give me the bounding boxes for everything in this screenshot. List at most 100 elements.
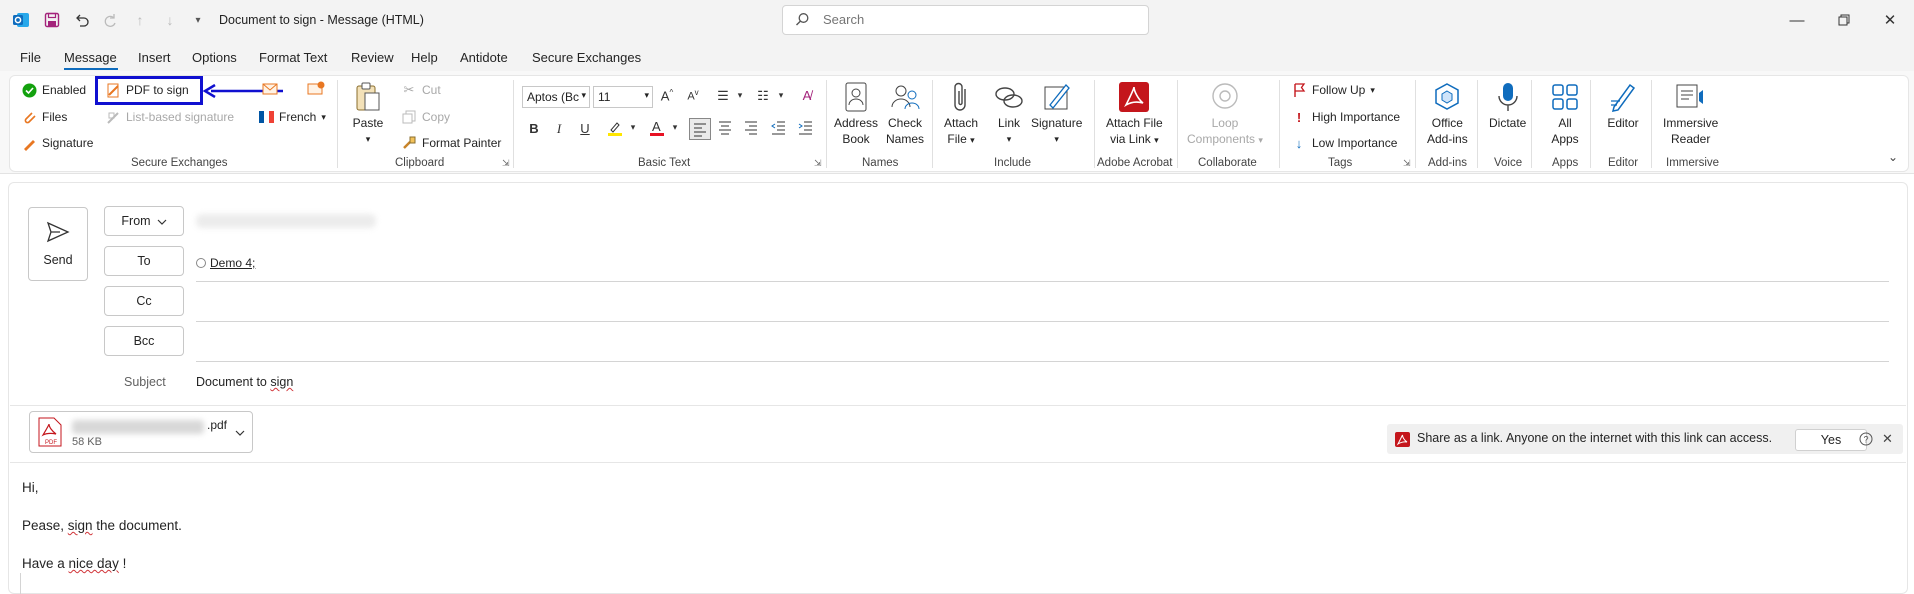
follow-up-button[interactable]: Follow Up ▾	[1291, 82, 1375, 98]
format-painter-button[interactable]: Format Painter	[401, 135, 501, 151]
help-icon[interactable]: ?	[1859, 432, 1873, 449]
address-book-button[interactable]: Address Book	[834, 80, 878, 147]
check-names-button[interactable]: Check Names	[886, 80, 924, 147]
link-button[interactable]: Link ▾	[993, 80, 1025, 147]
attach-via-link-button[interactable]: Attach File via Link ▾	[1106, 80, 1163, 148]
signature-icon	[1041, 80, 1073, 114]
tab-secure-exchanges[interactable]: Secure Exchanges	[532, 50, 641, 65]
highlight-icon[interactable]	[605, 120, 625, 139]
font-color-icon[interactable]: A	[647, 119, 667, 140]
font-name-dropdown[interactable]: Aptos (Bc ▾	[522, 86, 590, 108]
recipient-chip[interactable]: Demo 4;	[196, 256, 255, 270]
copy-button[interactable]: Copy	[401, 109, 450, 125]
arrow-down-icon[interactable]: ↓	[160, 10, 180, 30]
bold-icon[interactable]: B	[524, 121, 544, 136]
chevron-down-icon[interactable]: ▾	[665, 122, 685, 133]
attachment-card[interactable]: PDF .pdf 58 KB	[29, 411, 253, 453]
font-size-dropdown[interactable]: 11 ▾	[593, 86, 653, 108]
align-right-icon[interactable]	[741, 119, 761, 138]
loop-components-button[interactable]: Loop Components ▾	[1187, 80, 1263, 148]
chevron-down-icon[interactable]: ▾	[730, 90, 750, 101]
restore-icon[interactable]	[1824, 8, 1864, 32]
outlook-logo-icon	[11, 10, 31, 30]
language-dropdown[interactable]: French ▾	[258, 109, 326, 125]
dialog-launcher-icon[interactable]: ⇲	[814, 158, 822, 169]
to-label: To	[137, 254, 151, 268]
chevron-down-icon[interactable]	[235, 425, 245, 439]
low-importance-button[interactable]: ↓ Low Importance	[1291, 135, 1398, 151]
tab-file[interactable]: File	[20, 50, 41, 65]
dismiss-icon[interactable]: ✕	[1882, 431, 1893, 447]
tab-help[interactable]: Help	[411, 50, 438, 65]
minimize-icon[interactable]: —	[1777, 8, 1817, 32]
clear-formatting-icon[interactable]: A̸	[797, 88, 817, 103]
customize-qat-icon[interactable]: ▾	[188, 10, 208, 30]
close-icon[interactable]: ✕	[1870, 8, 1910, 32]
bcc-button[interactable]: Bcc	[104, 326, 184, 356]
numbering-icon[interactable]: ☷	[753, 88, 773, 104]
files-button[interactable]: Files	[21, 109, 67, 125]
tab-review[interactable]: Review	[351, 50, 394, 65]
body-line-3-a: Have a	[22, 556, 69, 571]
signature-button[interactable]: Signature ▾	[1031, 80, 1082, 147]
save-icon[interactable]	[42, 10, 62, 30]
group-separator	[1177, 80, 1178, 168]
body-line-3: Have a nice day !	[22, 556, 126, 571]
align-left-icon[interactable]	[689, 118, 711, 140]
editor-button[interactable]: Editor	[1607, 80, 1639, 131]
high-importance-button[interactable]: ! High Importance	[1291, 109, 1400, 125]
tab-format-text[interactable]: Format Text	[259, 50, 327, 65]
grow-font-icon[interactable]: A^	[657, 88, 677, 103]
share-link-message: Share as a link. Anyone on the internet …	[1417, 431, 1773, 445]
dialog-launcher-icon[interactable]: ⇲	[1403, 158, 1411, 169]
arrow-up-icon[interactable]: ↑	[130, 10, 150, 30]
cc-button[interactable]: Cc	[104, 286, 184, 316]
share-yes-button[interactable]: Yes	[1795, 429, 1867, 451]
all-apps-button[interactable]: All Apps	[1549, 80, 1581, 147]
tab-options[interactable]: Options	[192, 50, 237, 65]
send-button[interactable]: Send	[28, 207, 88, 281]
body-misspelled-word: sign	[67, 518, 93, 533]
body-flagged-phrase: nice day	[68, 556, 119, 571]
attach-file-button[interactable]: Attach File ▾	[944, 80, 978, 148]
dialog-launcher-icon[interactable]: ⇲	[502, 158, 510, 169]
subject-field[interactable]: Document to sign	[196, 375, 293, 389]
cut-button[interactable]: ✂ Cut	[401, 82, 441, 98]
office-addins-button[interactable]: Office Add-ins	[1427, 80, 1468, 147]
to-button[interactable]: To	[104, 246, 184, 276]
body-line-1: Hi,	[22, 480, 39, 495]
font-size-value: 11	[598, 90, 611, 104]
chevron-down-icon	[157, 214, 167, 228]
underline-icon[interactable]: U	[575, 121, 595, 136]
from-button[interactable]: From	[104, 206, 184, 236]
search-box[interactable]	[782, 5, 1149, 35]
search-icon	[795, 12, 810, 30]
undo-icon[interactable]	[72, 10, 92, 30]
copy-icon	[401, 109, 417, 125]
paste-button[interactable]: Paste ▾	[352, 80, 384, 147]
redo-icon[interactable]	[100, 10, 120, 30]
align-center-icon[interactable]	[715, 119, 735, 138]
italic-icon[interactable]: I	[549, 121, 569, 137]
list-based-signature-button[interactable]: List-based signature	[105, 109, 234, 125]
loop-label-2-text: Components	[1187, 132, 1256, 146]
signature-se-button[interactable]: Signature	[21, 135, 93, 151]
chevron-down-icon[interactable]: ▾	[623, 122, 643, 133]
collapse-ribbon-icon[interactable]: ⌄	[1888, 150, 1898, 164]
enabled-button[interactable]: Enabled	[21, 82, 86, 98]
chevron-down-icon: ▾	[1006, 134, 1012, 144]
group-label-addins: Add-ins	[1428, 157, 1467, 169]
tab-insert[interactable]: Insert	[138, 50, 171, 65]
shrink-font-icon[interactable]: Av	[683, 88, 703, 103]
svg-text:?: ?	[1864, 435, 1869, 445]
tab-message[interactable]: Message	[64, 50, 117, 65]
chevron-down-icon[interactable]: ▾	[771, 90, 791, 101]
tab-antidote[interactable]: Antidote	[460, 50, 508, 65]
adobe-acrobat-icon	[1118, 80, 1150, 114]
increase-indent-icon[interactable]	[795, 119, 815, 138]
dictate-button[interactable]: Dictate	[1489, 80, 1526, 131]
decrease-indent-icon[interactable]	[768, 119, 788, 138]
search-input[interactable]	[823, 12, 1123, 27]
immersive-reader-button[interactable]: Immersive Reader	[1663, 80, 1718, 147]
attach-via-link-label-2-text: via Link	[1110, 132, 1151, 146]
